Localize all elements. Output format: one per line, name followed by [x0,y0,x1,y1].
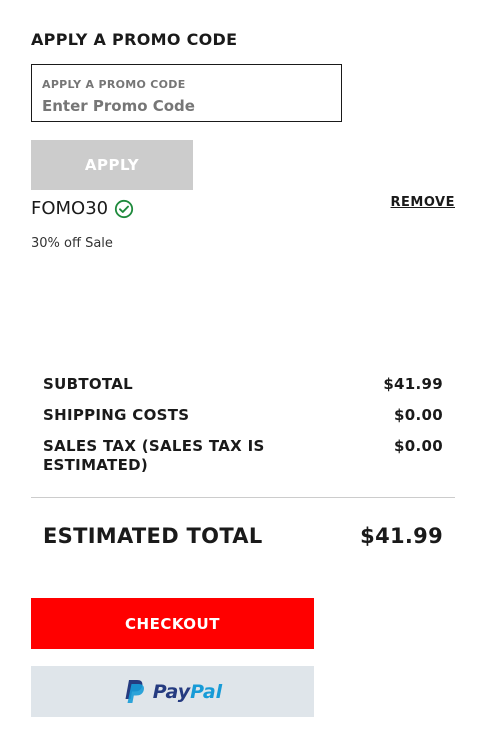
paypal-button[interactable]: PayPal [31,666,314,717]
applied-promo-code: FOMO30 [31,198,109,219]
subtotal-value: $41.99 [383,375,443,393]
sales-tax-row: SALES TAX (SALES TAX IS ESTIMATED) $0.00 [43,437,443,475]
estimated-total-row: ESTIMATED TOTAL $41.99 [43,524,443,548]
promo-heading: APPLY A PROMO CODE [31,30,238,49]
estimated-total-value: $41.99 [360,524,443,548]
shipping-label: SHIPPING COSTS [43,406,190,424]
summary-divider [31,497,455,498]
sales-tax-label: SALES TAX (SALES TAX IS ESTIMATED) [43,437,265,474]
applied-promo: FOMO30 [31,198,134,219]
remove-promo-link[interactable]: REMOVE [391,195,455,210]
promo-field-label: APPLY A PROMO CODE [42,78,186,91]
promo-code-field[interactable]: APPLY A PROMO CODE [31,64,342,122]
check-circle-icon [115,199,134,218]
checkout-button[interactable]: CHECKOUT [31,598,314,649]
paypal-wordmark-pay: Pay [152,680,191,703]
sales-tax-value: $0.00 [394,437,443,455]
estimated-total-label: ESTIMATED TOTAL [43,524,263,548]
apply-button[interactable]: APPLY [31,140,193,190]
promo-code-input[interactable] [42,95,332,117]
applied-promo-description: 30% off Sale [31,236,113,251]
shipping-row: SHIPPING COSTS $0.00 [43,406,443,425]
subtotal-label: SUBTOTAL [43,375,134,393]
subtotal-row: SUBTOTAL $41.99 [43,375,443,394]
paypal-wordmark-pal: Pal [190,680,223,703]
paypal-logo-icon [125,679,144,703]
paypal-wordmark: PayPal [153,681,222,703]
shipping-value: $0.00 [394,406,443,424]
